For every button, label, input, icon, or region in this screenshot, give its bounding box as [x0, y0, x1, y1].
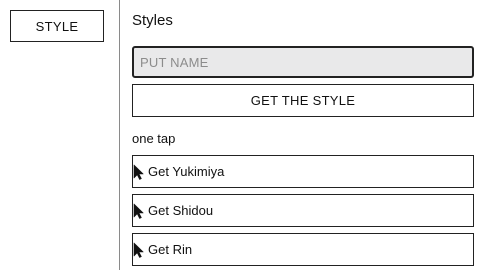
get-style-button[interactable]: GET THE STYLE: [132, 84, 474, 117]
style-button[interactable]: STYLE: [10, 10, 104, 42]
cursor-arrow-icon: [133, 241, 147, 259]
item-label: Get Yukimiya: [148, 164, 225, 179]
get-yukimiya-button[interactable]: Get Yukimiya: [132, 155, 474, 188]
item-label: Get Shidou: [148, 203, 214, 218]
page-title: Styles: [132, 12, 173, 29]
sidebar-divider: [119, 0, 120, 270]
get-rin-button[interactable]: Get Rin: [132, 233, 474, 266]
cursor-arrow-icon: [133, 163, 147, 181]
name-input[interactable]: [132, 46, 474, 78]
cursor-arrow-icon: [133, 202, 147, 220]
get-shidou-button[interactable]: Get Shidou: [132, 194, 474, 227]
section-label: one tap: [132, 131, 176, 146]
sidebar: STYLE: [0, 0, 119, 270]
item-label: Get Rin: [148, 242, 193, 257]
